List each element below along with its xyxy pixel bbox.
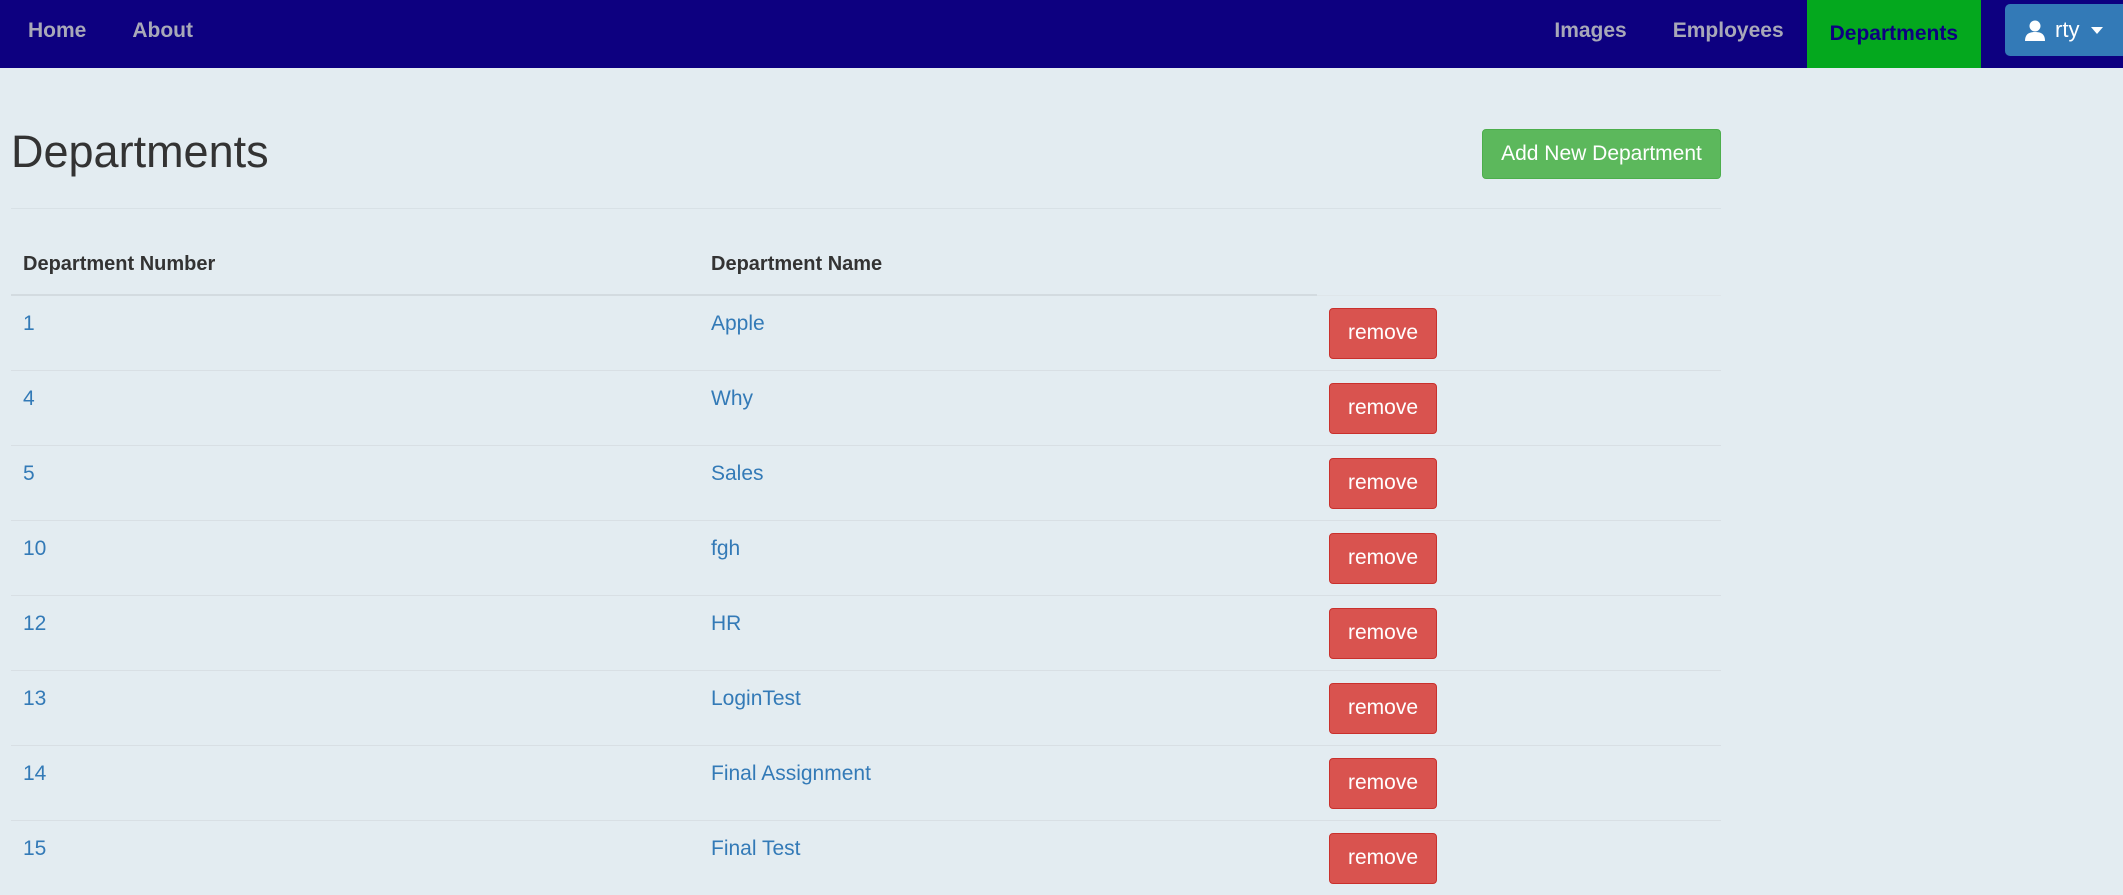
top-navbar: Home About Images Employees Departments … [0,0,2123,68]
row-actions: remove [1317,369,1721,445]
add-department-button[interactable]: Add New Department [1482,129,1721,179]
department-name-link[interactable]: LoginTest [699,669,1317,745]
row-actions: remove [1317,444,1721,520]
nav-about-link[interactable]: About [109,0,216,62]
nav-left: Home About [0,0,216,68]
department-name-link[interactable]: fgh [699,519,1317,595]
row-actions: remove [1317,594,1721,670]
table-row: 15 Final Test remove [11,819,1721,895]
user-menu-button[interactable]: rty [2005,4,2123,56]
department-name-link[interactable]: HR [699,594,1317,670]
departments-table: Department Number Department Name 1 Apple… [11,235,1721,895]
nav-departments-link[interactable]: Departments [1806,0,1981,68]
remove-button[interactable]: remove [1329,832,1437,884]
column-header-name: Department Name [699,235,1317,296]
remove-button[interactable]: remove [1329,607,1437,659]
remove-button[interactable]: remove [1329,757,1437,809]
remove-button[interactable]: remove [1329,457,1437,509]
department-number-link[interactable]: 4 [11,369,699,445]
row-actions: remove [1317,294,1721,370]
department-number-link[interactable]: 15 [11,819,699,895]
caret-down-icon [2091,26,2104,34]
department-number-link[interactable]: 13 [11,669,699,745]
row-actions: remove [1317,519,1721,595]
department-number-link[interactable]: 14 [11,744,699,820]
department-number-link[interactable]: 1 [11,294,699,370]
table-row: 14 Final Assignment remove [11,744,1721,820]
table-row: 5 Sales remove [11,444,1721,520]
department-number-link[interactable]: 10 [11,519,699,595]
nav-right: Images Employees Departments rty [1531,0,2123,68]
row-actions: remove [1317,669,1721,745]
nav-images-link[interactable]: Images [1531,0,1649,62]
department-name-link[interactable]: Why [699,369,1317,445]
department-number-link[interactable]: 5 [11,444,699,520]
table-header-row: Department Number Department Name [11,235,1721,296]
remove-button[interactable]: remove [1329,382,1437,434]
column-header-actions [1317,235,1721,296]
nav-employees-link[interactable]: Employees [1650,0,1807,62]
department-name-link[interactable]: Sales [699,444,1317,520]
remove-button[interactable]: remove [1329,307,1437,359]
remove-button[interactable]: remove [1329,682,1437,734]
row-actions: remove [1317,819,1721,895]
table-row: 13 LoginTest remove [11,669,1721,745]
remove-button[interactable]: remove [1329,532,1437,584]
department-number-link[interactable]: 12 [11,594,699,670]
user-icon [2025,20,2045,41]
department-name-link[interactable]: Apple [699,294,1317,370]
table-row: 4 Why remove [11,369,1721,445]
column-header-number: Department Number [11,235,699,296]
department-name-link[interactable]: Final Assignment [699,744,1317,820]
department-name-link[interactable]: Final Test [699,819,1317,895]
header-divider [11,208,1721,209]
row-actions: remove [1317,744,1721,820]
table-row: 10 fgh remove [11,519,1721,595]
table-row: 12 HR remove [11,594,1721,670]
page-title: Departments [11,126,269,177]
nav-home-link[interactable]: Home [0,0,109,62]
table-row: 1 Apple remove [11,294,1721,370]
user-name: rty [2055,17,2080,42]
